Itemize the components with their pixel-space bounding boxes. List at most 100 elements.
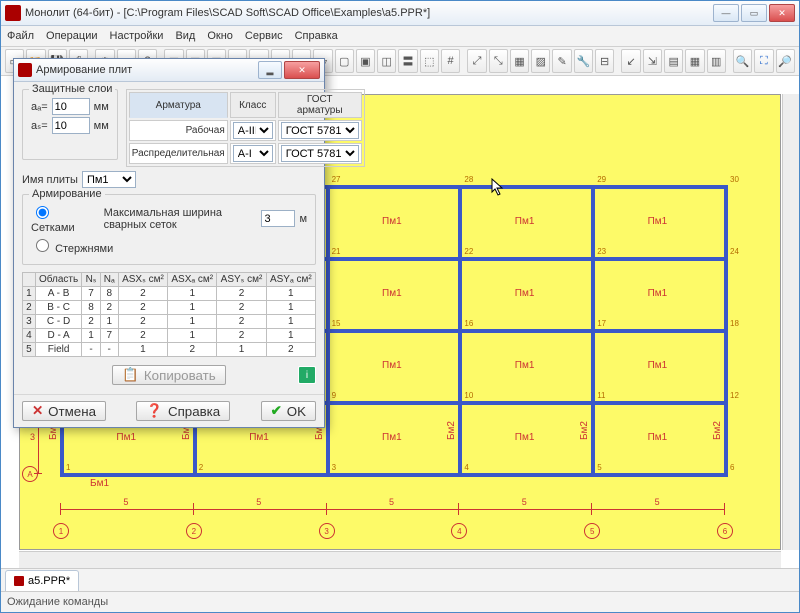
- table-cell[interactable]: 1: [168, 315, 217, 329]
- table-cell[interactable]: 2: [118, 301, 167, 315]
- dialog-titlebar[interactable]: Армирование плит ▂ ✕: [14, 59, 324, 82]
- help-button[interactable]: ❓Справка: [136, 401, 230, 421]
- table-cell[interactable]: B - C: [35, 301, 82, 315]
- tool-zoom-out-icon[interactable]: 🔎: [776, 49, 795, 73]
- radio-mesh[interactable]: Сетками: [31, 203, 85, 234]
- tool-purlin-icon[interactable]: 〓: [398, 49, 417, 73]
- table-cell[interactable]: 1: [266, 287, 315, 301]
- table-cell[interactable]: Field: [35, 343, 82, 357]
- table-cell[interactable]: 4: [23, 329, 36, 343]
- plate-name-select[interactable]: Пм1: [82, 171, 136, 188]
- vertical-scrollbar[interactable]: [782, 94, 799, 550]
- table-header[interactable]: [23, 273, 36, 287]
- menu-settings[interactable]: Настройки: [110, 30, 164, 42]
- menu-window[interactable]: Окно: [207, 30, 233, 42]
- menu-operations[interactable]: Операции: [46, 30, 97, 42]
- table-cell[interactable]: C - D: [35, 315, 82, 329]
- dialog-close-button[interactable]: ✕: [284, 61, 320, 79]
- info-icon[interactable]: i: [298, 366, 316, 384]
- radio-rod[interactable]: Стержнями: [31, 236, 113, 255]
- tool-view1-icon[interactable]: ⤢: [467, 49, 486, 73]
- tab-class[interactable]: Класс: [230, 92, 276, 118]
- cover-bottom-input[interactable]: [52, 98, 90, 115]
- table-cell[interactable]: 1: [168, 301, 217, 315]
- table-header[interactable]: ASYₛ см²: [217, 273, 266, 287]
- table-cell[interactable]: -: [100, 343, 118, 357]
- horizontal-scrollbar[interactable]: [19, 551, 781, 568]
- mesh-width-input[interactable]: [261, 210, 295, 227]
- tool-plate3-icon[interactable]: ◫: [377, 49, 396, 73]
- working-gost-select[interactable]: ГОСТ 5781-82: [281, 122, 359, 139]
- ok-button[interactable]: ✔OK: [261, 401, 316, 421]
- table-header[interactable]: Область: [35, 273, 82, 287]
- table-cell[interactable]: 2: [82, 315, 100, 329]
- tool-view5-icon[interactable]: ✎: [552, 49, 571, 73]
- tool-view7-icon[interactable]: ⊟: [595, 49, 614, 73]
- tool-view4-icon[interactable]: ▨: [531, 49, 550, 73]
- table-cell[interactable]: 7: [100, 329, 118, 343]
- working-class-select[interactable]: A-III: [233, 122, 273, 139]
- close-button[interactable]: ✕: [769, 4, 795, 22]
- table-header[interactable]: ASXₛ см²: [118, 273, 167, 287]
- table-cell[interactable]: 1: [266, 329, 315, 343]
- table-cell[interactable]: 8: [82, 301, 100, 315]
- menu-file[interactable]: Файл: [7, 30, 34, 42]
- tool-zoom-fit-icon[interactable]: ⛶: [754, 49, 773, 73]
- table-cell[interactable]: 1: [217, 343, 266, 357]
- tool-plate2-icon[interactable]: ▣: [356, 49, 375, 73]
- table-cell[interactable]: -: [82, 343, 100, 357]
- table-header[interactable]: ASYₐ см²: [266, 273, 315, 287]
- tool-result3-icon[interactable]: ▤: [664, 49, 683, 73]
- table-row[interactable]: 1A - B782121: [23, 287, 316, 301]
- menu-help[interactable]: Справка: [295, 30, 338, 42]
- table-row[interactable]: 4D - A172121: [23, 329, 316, 343]
- table-cell[interactable]: 2: [217, 287, 266, 301]
- table-header[interactable]: Nₐ: [100, 273, 118, 287]
- tool-result1-icon[interactable]: ↙: [621, 49, 640, 73]
- table-row[interactable]: 2B - C822121: [23, 301, 316, 315]
- document-tab[interactable]: a5.PPR*: [5, 570, 79, 591]
- table-cell[interactable]: 3: [23, 315, 36, 329]
- table-row[interactable]: 3C - D212121: [23, 315, 316, 329]
- tool-zoom-in-icon[interactable]: 🔍: [733, 49, 752, 73]
- maximize-button[interactable]: ▭: [741, 4, 767, 22]
- reinforcement-table[interactable]: ОбластьNₛNₐASXₛ см²ASXₐ см²ASYₛ см²ASYₐ …: [22, 272, 316, 357]
- table-cell[interactable]: 2: [217, 329, 266, 343]
- table-cell[interactable]: 2: [168, 343, 217, 357]
- tab-armatura[interactable]: Арматура: [129, 92, 228, 118]
- tool-result4-icon[interactable]: ▦: [685, 49, 704, 73]
- minimize-button[interactable]: —: [713, 4, 739, 22]
- distrib-class-select[interactable]: A-I: [233, 145, 273, 162]
- table-cell[interactable]: D - A: [35, 329, 82, 343]
- distrib-gost-select[interactable]: ГОСТ 5781-82: [281, 145, 359, 162]
- dialog-minimize-button[interactable]: ▂: [258, 61, 282, 79]
- tool-cross-icon[interactable]: #: [441, 49, 460, 73]
- copy-button[interactable]: 📋Копировать: [112, 365, 225, 385]
- table-cell[interactable]: 1: [82, 329, 100, 343]
- table-cell[interactable]: 1: [23, 287, 36, 301]
- table-header[interactable]: Nₛ: [82, 273, 100, 287]
- table-cell[interactable]: 2: [23, 301, 36, 315]
- tool-result5-icon[interactable]: ▥: [707, 49, 726, 73]
- table-cell[interactable]: 1: [168, 287, 217, 301]
- table-cell[interactable]: 1: [100, 315, 118, 329]
- table-cell[interactable]: 2: [118, 329, 167, 343]
- table-cell[interactable]: 2: [118, 287, 167, 301]
- table-cell[interactable]: 2: [217, 315, 266, 329]
- menu-view[interactable]: Вид: [175, 30, 195, 42]
- cancel-button[interactable]: ✕Отмена: [22, 401, 106, 421]
- table-header[interactable]: ASXₐ см²: [168, 273, 217, 287]
- table-cell[interactable]: 1: [168, 329, 217, 343]
- tool-view3-icon[interactable]: ▦: [510, 49, 529, 73]
- tab-gost[interactable]: ГОСТ арматуры: [278, 92, 362, 118]
- menu-service[interactable]: Сервис: [245, 30, 283, 42]
- table-cell[interactable]: 1: [266, 315, 315, 329]
- table-cell[interactable]: 5: [23, 343, 36, 357]
- table-cell[interactable]: 7: [82, 287, 100, 301]
- table-cell[interactable]: 2: [266, 343, 315, 357]
- tool-view6-icon[interactable]: 🔧: [574, 49, 593, 73]
- tool-view2-icon[interactable]: ⤡: [489, 49, 508, 73]
- table-cell[interactable]: 2: [118, 315, 167, 329]
- table-cell[interactable]: 2: [100, 301, 118, 315]
- table-cell[interactable]: 1: [266, 301, 315, 315]
